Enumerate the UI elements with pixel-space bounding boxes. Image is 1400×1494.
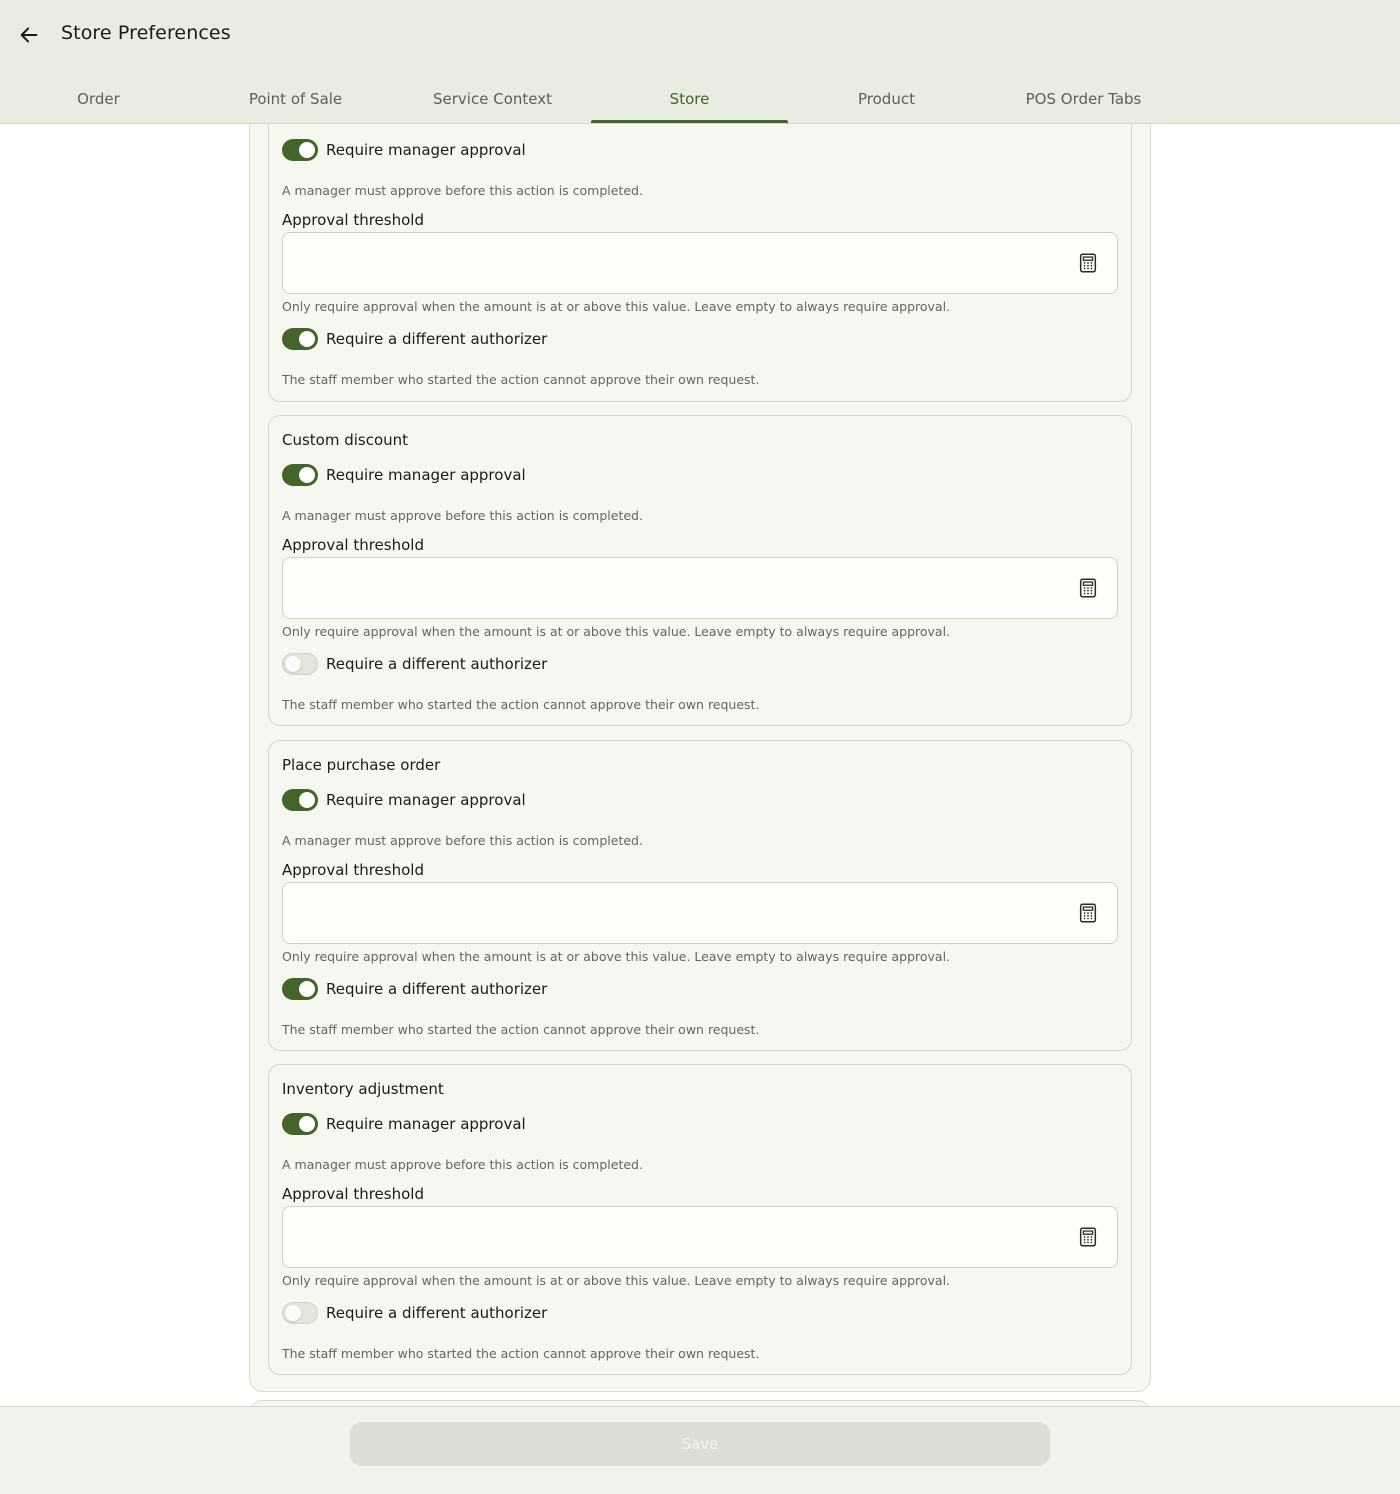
threshold-input[interactable] <box>297 1207 1057 1267</box>
save-bar: Save <box>0 1406 1400 1494</box>
different-authorizer-toggle[interactable] <box>282 1302 318 1324</box>
approval-section-place-purchase-order: Place purchase order Require manager app… <box>268 740 1132 1051</box>
threshold-field[interactable] <box>282 882 1118 944</box>
threshold-field[interactable] <box>282 1206 1118 1268</box>
different-authorizer-toggle[interactable] <box>282 653 318 675</box>
approval-section-top: Require manager approval A manager must … <box>268 80 1132 402</box>
threshold-label: Approval threshold <box>282 861 424 879</box>
tab-product[interactable]: Product <box>788 74 985 124</box>
calculator-icon[interactable] <box>1077 577 1099 599</box>
manager-approval-label: Require manager approval <box>326 791 526 809</box>
tab-bar: Order Point of Sale Service Context Stor… <box>0 74 1400 124</box>
manager-approval-label: Require manager approval <box>326 1115 526 1133</box>
different-authorizer-help: The staff member who started the action … <box>282 372 760 387</box>
manager-approval-label: Require manager approval <box>326 466 526 484</box>
threshold-input[interactable] <box>297 883 1057 943</box>
manager-approval-help: A manager must approve before this actio… <box>282 183 643 198</box>
different-authorizer-label: Require a different authorizer <box>326 1304 548 1322</box>
threshold-help: Only require approval when the amount is… <box>282 624 951 639</box>
arrow-left-icon <box>20 27 38 43</box>
manager-approval-toggle[interactable] <box>282 139 318 161</box>
threshold-label: Approval threshold <box>282 536 424 554</box>
threshold-help: Only require approval when the amount is… <box>282 949 951 964</box>
threshold-field[interactable] <box>282 232 1118 294</box>
threshold-label: Approval threshold <box>282 211 424 229</box>
tab-point-of-sale[interactable]: Point of Sale <box>197 74 394 124</box>
threshold-input[interactable] <box>297 558 1057 618</box>
page-title: Store Preferences <box>61 22 231 44</box>
app-header: Store Preferences Order Point of Sale Se… <box>0 0 1400 124</box>
section-title: Custom discount <box>282 431 409 449</box>
different-authorizer-label: Require a different authorizer <box>326 330 548 348</box>
manager-approval-toggle[interactable] <box>282 1113 318 1135</box>
section-title: Inventory adjustment <box>282 1080 444 1098</box>
manager-approval-help: A manager must approve before this actio… <box>282 833 643 848</box>
different-authorizer-toggle[interactable] <box>282 328 318 350</box>
approval-section-custom-discount: Custom discount Require manager approval… <box>268 415 1132 726</box>
save-button[interactable]: Save <box>350 1422 1050 1466</box>
threshold-help: Only require approval when the amount is… <box>282 1273 951 1288</box>
manager-approval-label: Require manager approval <box>326 141 526 159</box>
threshold-input[interactable] <box>297 233 1057 293</box>
back-button[interactable] <box>14 20 44 50</box>
calculator-icon[interactable] <box>1077 902 1099 924</box>
tab-store[interactable]: Store <box>591 74 788 124</box>
calculator-icon[interactable] <box>1077 1226 1099 1248</box>
different-authorizer-label: Require a different authorizer <box>326 655 548 673</box>
manager-approval-help: A manager must approve before this actio… <box>282 1157 643 1172</box>
tab-pos-order-tabs[interactable]: POS Order Tabs <box>985 74 1182 124</box>
manager-approval-help: A manager must approve before this actio… <box>282 508 643 523</box>
tab-service-context[interactable]: Service Context <box>394 74 591 124</box>
calculator-icon[interactable] <box>1077 252 1099 274</box>
section-title: Place purchase order <box>282 756 441 774</box>
threshold-label: Approval threshold <box>282 1185 424 1203</box>
different-authorizer-toggle[interactable] <box>282 978 318 1000</box>
different-authorizer-help: The staff member who started the action … <box>282 697 760 712</box>
approval-section-inventory-adjustment: Inventory adjustment Require manager app… <box>268 1064 1132 1375</box>
threshold-help: Only require approval when the amount is… <box>282 299 951 314</box>
manager-approval-toggle[interactable] <box>282 464 318 486</box>
different-authorizer-help: The staff member who started the action … <box>282 1022 760 1037</box>
different-authorizer-label: Require a different authorizer <box>326 980 548 998</box>
different-authorizer-help: The staff member who started the action … <box>282 1346 760 1361</box>
threshold-field[interactable] <box>282 557 1118 619</box>
tab-order[interactable]: Order <box>0 74 197 124</box>
manager-approval-toggle[interactable] <box>282 789 318 811</box>
